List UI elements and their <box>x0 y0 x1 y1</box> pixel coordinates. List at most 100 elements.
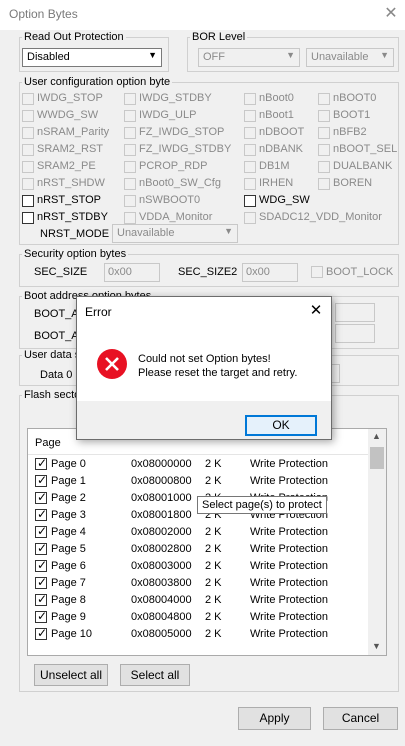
option-nrst-stdby-checkbox[interactable] <box>22 212 34 224</box>
bor-level-secondary-select[interactable]: Unavailable ▼ <box>306 48 394 67</box>
address-cell: 0x08002800 <box>131 543 192 555</box>
window-close-button[interactable]: ✕ <box>380 3 402 25</box>
scroll-down-arrow-icon[interactable]: ▼ <box>372 641 381 651</box>
page-checkbox[interactable] <box>35 456 47 470</box>
option-vdda-monitor-checkbox[interactable] <box>124 212 136 224</box>
bor-level-select[interactable]: OFF ▼ <box>198 48 300 67</box>
option-boren-label: BOREN <box>333 177 373 189</box>
option-nsram-parity-checkbox[interactable] <box>22 127 34 139</box>
option-pcrop-rdp-checkbox[interactable] <box>124 161 136 173</box>
apply-button[interactable]: Apply <box>238 707 311 730</box>
page-name-cell: Page 0 <box>51 458 86 470</box>
option-boren-checkbox[interactable] <box>318 178 330 190</box>
option-dualbank-label: DUALBANK <box>333 160 393 172</box>
error-ok-button[interactable]: OK <box>245 415 317 436</box>
option-iwdg-stdby-checkbox[interactable] <box>124 93 136 105</box>
option-nboot0-checkbox[interactable] <box>318 93 330 105</box>
option-sram2-pe-checkbox[interactable] <box>22 161 34 173</box>
option-boot1-checkbox[interactable] <box>318 110 330 122</box>
sec-size2-input[interactable]: 0x00 <box>242 263 298 282</box>
page-checkbox[interactable] <box>35 507 47 521</box>
user-data-row-label: Data 0 <box>40 369 73 381</box>
option-nboot0-checkbox[interactable] <box>244 93 256 105</box>
page-checkbox[interactable] <box>35 541 47 555</box>
vertical-scrollbar[interactable]: ▲ ▼ <box>368 429 386 655</box>
bor-level-secondary-value: Unavailable <box>311 51 369 63</box>
option-sdadc12-vdd-monitor-checkbox[interactable] <box>244 212 256 224</box>
sec-size-input[interactable]: 0x00 <box>104 263 160 282</box>
table-row[interactable]: Page 9 0x08004800 2 K Write Protection <box>28 609 368 626</box>
scroll-thumb[interactable] <box>370 447 384 469</box>
boot-address-row1-input[interactable] <box>335 303 375 322</box>
option-nrst-stop-checkbox[interactable] <box>22 195 34 207</box>
option-db1m-checkbox[interactable] <box>244 161 256 173</box>
flash-sectors-label: Flash secto <box>24 389 81 401</box>
option-wdg-sw-checkbox[interactable] <box>244 195 256 207</box>
option-ndbank-label: nDBANK <box>259 143 304 155</box>
option-ndboot-checkbox[interactable] <box>244 127 256 139</box>
table-row[interactable]: Page 0 0x08000000 2 K Write Protection <box>28 456 368 473</box>
select-all-button[interactable]: Select all <box>120 664 190 686</box>
option-fz-iwdg-stop-checkbox[interactable] <box>124 127 136 139</box>
table-row[interactable]: Page 1 0x08000800 2 K Write Protection <box>28 473 368 490</box>
option-fz-iwdg-stdby-label: FZ_IWDG_STDBY <box>139 143 232 155</box>
column-header-page[interactable]: Page <box>35 437 61 449</box>
option-sram2-pe-label: SRAM2_PE <box>37 160 96 172</box>
option-nrst-shdw-checkbox[interactable] <box>22 178 34 190</box>
error-dialog-close-button[interactable]: ✕ <box>305 301 327 321</box>
option-nboot1-label: nBoot1 <box>259 109 294 121</box>
page-checkbox[interactable] <box>35 490 47 504</box>
page-name-cell: Page 2 <box>51 492 86 504</box>
page-checkbox[interactable] <box>35 558 47 572</box>
option-ndbank-checkbox[interactable] <box>244 144 256 156</box>
table-row[interactable]: Page 8 0x08004000 2 K Write Protection <box>28 592 368 609</box>
option-nbfb2-label: nBFB2 <box>333 126 367 138</box>
option-iwdg-ulp-checkbox[interactable] <box>124 110 136 122</box>
unselect-all-button[interactable]: Unselect all <box>34 664 108 686</box>
error-dialog: Error ✕ Could not set Option bytes! Plea… <box>76 296 332 440</box>
option-irhen-checkbox[interactable] <box>244 178 256 190</box>
page-checkbox[interactable] <box>35 626 47 640</box>
scroll-up-arrow-icon[interactable]: ▲ <box>372 431 381 441</box>
address-cell: 0x08003000 <box>131 560 192 572</box>
option-dualbank-checkbox[interactable] <box>318 161 330 173</box>
error-message-line2: Please reset the target and retry. <box>138 367 298 379</box>
size-cell: 2 K <box>205 526 222 538</box>
error-dialog-title-bar: Error ✕ <box>77 297 331 325</box>
option-wwdg-sw-checkbox[interactable] <box>22 110 34 122</box>
option-nboot0-sw-cfg-checkbox[interactable] <box>124 178 136 190</box>
user-config-label: User configuration option byte <box>24 76 171 88</box>
page-checkbox[interactable] <box>35 473 47 487</box>
cancel-button[interactable]: Cancel <box>323 707 398 730</box>
table-row[interactable]: Page 4 0x08002000 2 K Write Protection <box>28 524 368 541</box>
table-row[interactable]: Page 5 0x08002800 2 K Write Protection <box>28 541 368 558</box>
address-cell: 0x08004800 <box>131 611 192 623</box>
option-fz-iwdg-stdby-checkbox[interactable] <box>124 144 136 156</box>
page-checkbox[interactable] <box>35 609 47 623</box>
table-row[interactable]: Page 7 0x08003800 2 K Write Protection <box>28 575 368 592</box>
page-checkbox[interactable] <box>35 575 47 589</box>
option-nbfb2-checkbox[interactable] <box>318 127 330 139</box>
option-nswboot0-checkbox[interactable] <box>124 195 136 207</box>
page-checkbox[interactable] <box>35 524 47 538</box>
window-title: Option Bytes <box>9 7 78 21</box>
table-row[interactable]: Page 10 0x08005000 2 K Write Protection <box>28 626 368 643</box>
chevron-down-icon: ▼ <box>148 50 157 60</box>
sec-size2-label: SEC_SIZE2 <box>178 266 238 278</box>
option-iwdg-stop-checkbox[interactable] <box>22 93 34 105</box>
boot-lock-checkbox[interactable] <box>311 266 323 278</box>
title-bar: Option Bytes ✕ <box>0 0 405 30</box>
option-sram2-rst-checkbox[interactable] <box>22 144 34 156</box>
read-out-protection-select[interactable]: Disabled ▼ <box>22 48 162 67</box>
boot-address-row2-input[interactable] <box>335 324 375 343</box>
address-cell: 0x08003800 <box>131 577 192 589</box>
flash-sector-list[interactable]: Page Page 0 0x08000000 2 K Write Protection… <box>27 428 387 656</box>
nrst-mode-select[interactable]: Unavailable ▼ <box>112 224 238 243</box>
page-checkbox[interactable] <box>35 592 47 606</box>
option-nboot1-checkbox[interactable] <box>244 110 256 122</box>
option-nrst-stop-label: nRST_STOP <box>37 194 101 206</box>
page-name-cell: Page 4 <box>51 526 86 538</box>
option-nboot-sel-checkbox[interactable] <box>318 144 330 156</box>
read-out-protection-label: Read Out Protection <box>24 31 124 43</box>
table-row[interactable]: Page 6 0x08003000 2 K Write Protection <box>28 558 368 575</box>
